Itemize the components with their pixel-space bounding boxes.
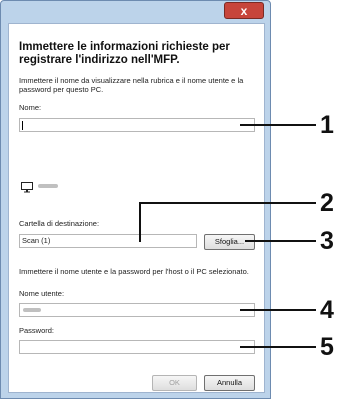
text-caret bbox=[22, 120, 23, 130]
callout-line-1 bbox=[240, 124, 316, 126]
close-button[interactable]: x bbox=[224, 2, 264, 19]
callout-number-5: 5 bbox=[320, 333, 334, 361]
dialog-content: Immettere le informazioni richieste per … bbox=[8, 23, 265, 393]
dialog-heading: Immettere le informazioni richieste per … bbox=[19, 41, 230, 66]
username-redacted bbox=[23, 308, 41, 312]
ok-button[interactable]: OK bbox=[152, 375, 197, 391]
host-instructions-text: Immettere il nome utente e la password p… bbox=[19, 267, 249, 276]
destination-folder-input[interactable]: Scan (1) bbox=[19, 234, 197, 248]
callout-line-2 bbox=[139, 202, 316, 204]
title-bar: x bbox=[1, 1, 270, 23]
callout-number-1: 1 bbox=[320, 111, 334, 139]
password-input[interactable] bbox=[19, 340, 255, 354]
callout-number-4: 4 bbox=[320, 296, 334, 324]
callout-line-5 bbox=[240, 346, 316, 348]
browse-button[interactable]: Sfoglia... bbox=[204, 234, 255, 250]
username-label: Nome utente: bbox=[19, 289, 65, 298]
callout-number-2: 2 bbox=[320, 189, 334, 217]
computer-icon bbox=[21, 180, 33, 193]
register-address-dialog: x Immettere le informazioni richieste pe… bbox=[0, 0, 271, 399]
password-label: Password: bbox=[19, 326, 55, 335]
callout-line-4 bbox=[240, 309, 316, 311]
callout-line-3 bbox=[245, 240, 316, 242]
host-name-redacted bbox=[38, 184, 58, 188]
callout-line-2-vertical bbox=[139, 202, 141, 242]
username-input[interactable] bbox=[19, 303, 255, 317]
name-label: Nome: bbox=[19, 103, 42, 112]
folder-label: Cartella di destinazione: bbox=[19, 219, 100, 228]
intro-text: Immettere il nome da visualizzare nella … bbox=[19, 76, 244, 94]
cancel-button[interactable]: Annulla bbox=[204, 375, 255, 391]
name-input[interactable] bbox=[19, 118, 255, 132]
callout-number-3: 3 bbox=[320, 227, 334, 255]
